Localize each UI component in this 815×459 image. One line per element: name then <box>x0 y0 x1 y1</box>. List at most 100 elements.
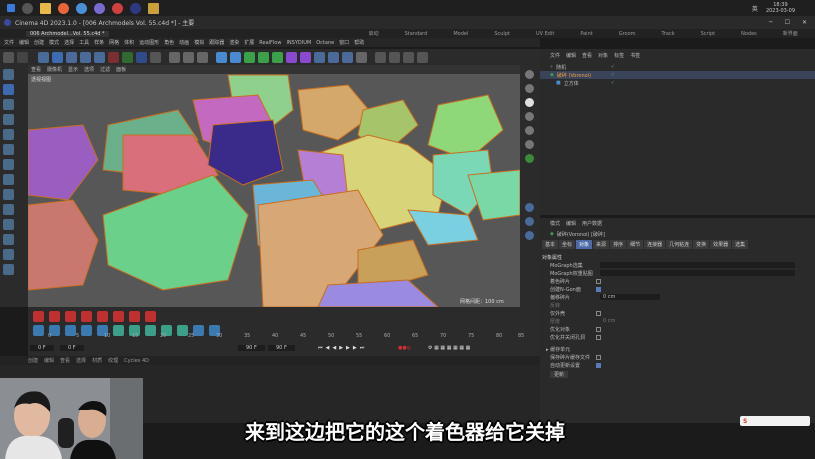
key-icon[interactable] <box>81 311 92 322</box>
mat-menu-cycles[interactable]: Cycles 4D <box>124 358 149 364</box>
shading-icon[interactable] <box>525 98 534 107</box>
key-icon[interactable] <box>97 311 108 322</box>
3d-viewport[interactable] <box>28 65 520 307</box>
layout-tab-paint[interactable]: Paint <box>580 31 592 37</box>
shading-icon[interactable] <box>525 217 534 226</box>
snap-enable-icon[interactable] <box>3 189 14 200</box>
edges-mode-icon[interactable] <box>3 129 14 140</box>
shading-icon[interactable] <box>525 84 534 93</box>
hull-only-checkbox[interactable] <box>596 310 601 316</box>
y-axis-icon[interactable] <box>122 51 133 63</box>
coord-icon[interactable] <box>150 51 161 63</box>
menu-extensions[interactable]: 扩展 <box>244 39 254 46</box>
grid-snap-icon[interactable] <box>3 249 14 260</box>
attr-tab-active[interactable]: 对象 <box>576 240 593 249</box>
menu-mesh[interactable]: 网格 <box>109 39 119 46</box>
menu-character[interactable]: 角色 <box>164 39 174 46</box>
attr-menu-mode[interactable]: 模式 <box>550 220 560 227</box>
layout-tab-sculpt[interactable]: Sculpt <box>494 31 510 37</box>
solo-icon[interactable] <box>3 174 14 185</box>
vp-menu-cameras[interactable]: 摄像机 <box>47 66 62 73</box>
workplane-icon[interactable] <box>389 51 400 63</box>
shading-icon[interactable] <box>525 140 534 149</box>
obj-menu-file[interactable]: 文件 <box>550 52 560 59</box>
mat-menu-create[interactable]: 创建 <box>28 357 38 364</box>
shading-icon[interactable] <box>525 203 534 212</box>
mat-menu-texture[interactable]: 纹理 <box>108 357 118 364</box>
lock-workplane-icon[interactable] <box>3 204 14 215</box>
key-icon[interactable] <box>65 311 76 322</box>
menu-help[interactable]: 帮助 <box>354 39 364 46</box>
effector-icon[interactable] <box>272 51 283 63</box>
key-icon[interactable] <box>49 311 60 322</box>
rotate-icon[interactable] <box>80 51 91 63</box>
attr-tab[interactable]: 细节 <box>627 240 644 249</box>
ime-toolbar[interactable]: S <box>740 416 810 426</box>
vp-menu-display[interactable]: 显示 <box>68 66 78 73</box>
mat-menu-view[interactable]: 查看 <box>60 357 70 364</box>
model-mode-icon[interactable] <box>3 84 14 95</box>
subdivision-icon[interactable] <box>244 51 255 63</box>
menu-render[interactable]: 渲染 <box>229 39 239 46</box>
shading-icon[interactable] <box>525 231 534 240</box>
deformer-icon[interactable] <box>286 51 297 63</box>
camera-icon[interactable] <box>328 51 339 63</box>
attr-tab[interactable]: 变换 <box>693 240 710 249</box>
x-axis-icon[interactable] <box>108 51 119 63</box>
app-icon[interactable] <box>148 2 159 14</box>
attr-tab[interactable]: 坐标 <box>559 240 576 249</box>
field-icon[interactable] <box>300 51 311 63</box>
scale-icon[interactable] <box>66 51 77 63</box>
render-view-icon[interactable] <box>169 51 180 63</box>
cloner-icon[interactable] <box>258 51 269 63</box>
attr-tab[interactable]: 基本 <box>542 240 559 249</box>
texture-mode-icon[interactable] <box>3 99 14 110</box>
axis-mode-icon[interactable] <box>3 159 14 170</box>
select-icon[interactable] <box>38 51 49 63</box>
polygons-mode-icon[interactable] <box>3 144 14 155</box>
attr-tab[interactable]: 排序 <box>610 240 627 249</box>
app-icon[interactable] <box>94 2 105 14</box>
light-icon[interactable] <box>342 51 353 63</box>
attr-tab[interactable]: 连接器 <box>644 240 666 249</box>
attr-tab[interactable]: 选集 <box>732 240 749 249</box>
menu-edit[interactable]: 编辑 <box>19 39 29 46</box>
mat-menu-material[interactable]: 材质 <box>92 357 102 364</box>
shading-icon[interactable] <box>525 154 534 163</box>
chrome-icon[interactable] <box>76 2 87 14</box>
frame-start-field[interactable]: 0 F <box>30 345 54 351</box>
frame-end-field[interactable]: 90 F <box>238 345 265 351</box>
cinema4d-icon[interactable] <box>130 2 141 14</box>
transform-icon[interactable] <box>94 51 105 63</box>
shading-icon[interactable] <box>525 70 534 79</box>
object-row[interactable]: ∘ 随机 ✓ <box>540 63 815 71</box>
key-icon[interactable] <box>145 311 156 322</box>
menu-spline[interactable]: 样条 <box>94 39 104 46</box>
thickness-field[interactable]: 0 cm <box>600 318 660 324</box>
layer-icon[interactable] <box>417 51 428 63</box>
grid-icon[interactable] <box>403 51 414 63</box>
menu-simulate[interactable]: 模拟 <box>194 39 204 46</box>
menu-file[interactable]: 文件 <box>4 39 14 46</box>
snap-icon[interactable] <box>375 51 386 63</box>
mat-menu-select[interactable]: 选择 <box>76 357 86 364</box>
render-icon[interactable] <box>183 51 194 63</box>
z-axis-icon[interactable] <box>136 51 147 63</box>
minimize-button[interactable]: ─ <box>769 19 773 26</box>
play-controls[interactable]: ⏮◀◀▶▶▶⏭ <box>318 345 367 351</box>
render-settings-icon[interactable] <box>197 51 208 63</box>
layout-tab-model[interactable]: Model <box>453 31 468 37</box>
obj-menu-edit[interactable]: 编辑 <box>566 52 576 59</box>
obj-menu-tags[interactable]: 标签 <box>614 52 624 59</box>
viewport-solo-icon[interactable] <box>3 219 14 230</box>
attr-menu-userdata[interactable]: 用户数据 <box>582 220 602 227</box>
layout-tab-start[interactable]: 启动 <box>369 30 379 37</box>
menu-mograph[interactable]: 运动图形 <box>139 39 159 46</box>
pen-icon[interactable] <box>230 51 241 63</box>
close-holes-checkbox[interactable] <box>596 334 601 340</box>
ime-language[interactable]: 英 <box>752 4 758 13</box>
menu-tools[interactable]: 工具 <box>79 39 89 46</box>
create-ngons-checkbox[interactable] <box>596 286 601 292</box>
vp-menu-panel[interactable]: 面板 <box>116 66 126 73</box>
file-explorer-icon[interactable] <box>40 2 51 14</box>
